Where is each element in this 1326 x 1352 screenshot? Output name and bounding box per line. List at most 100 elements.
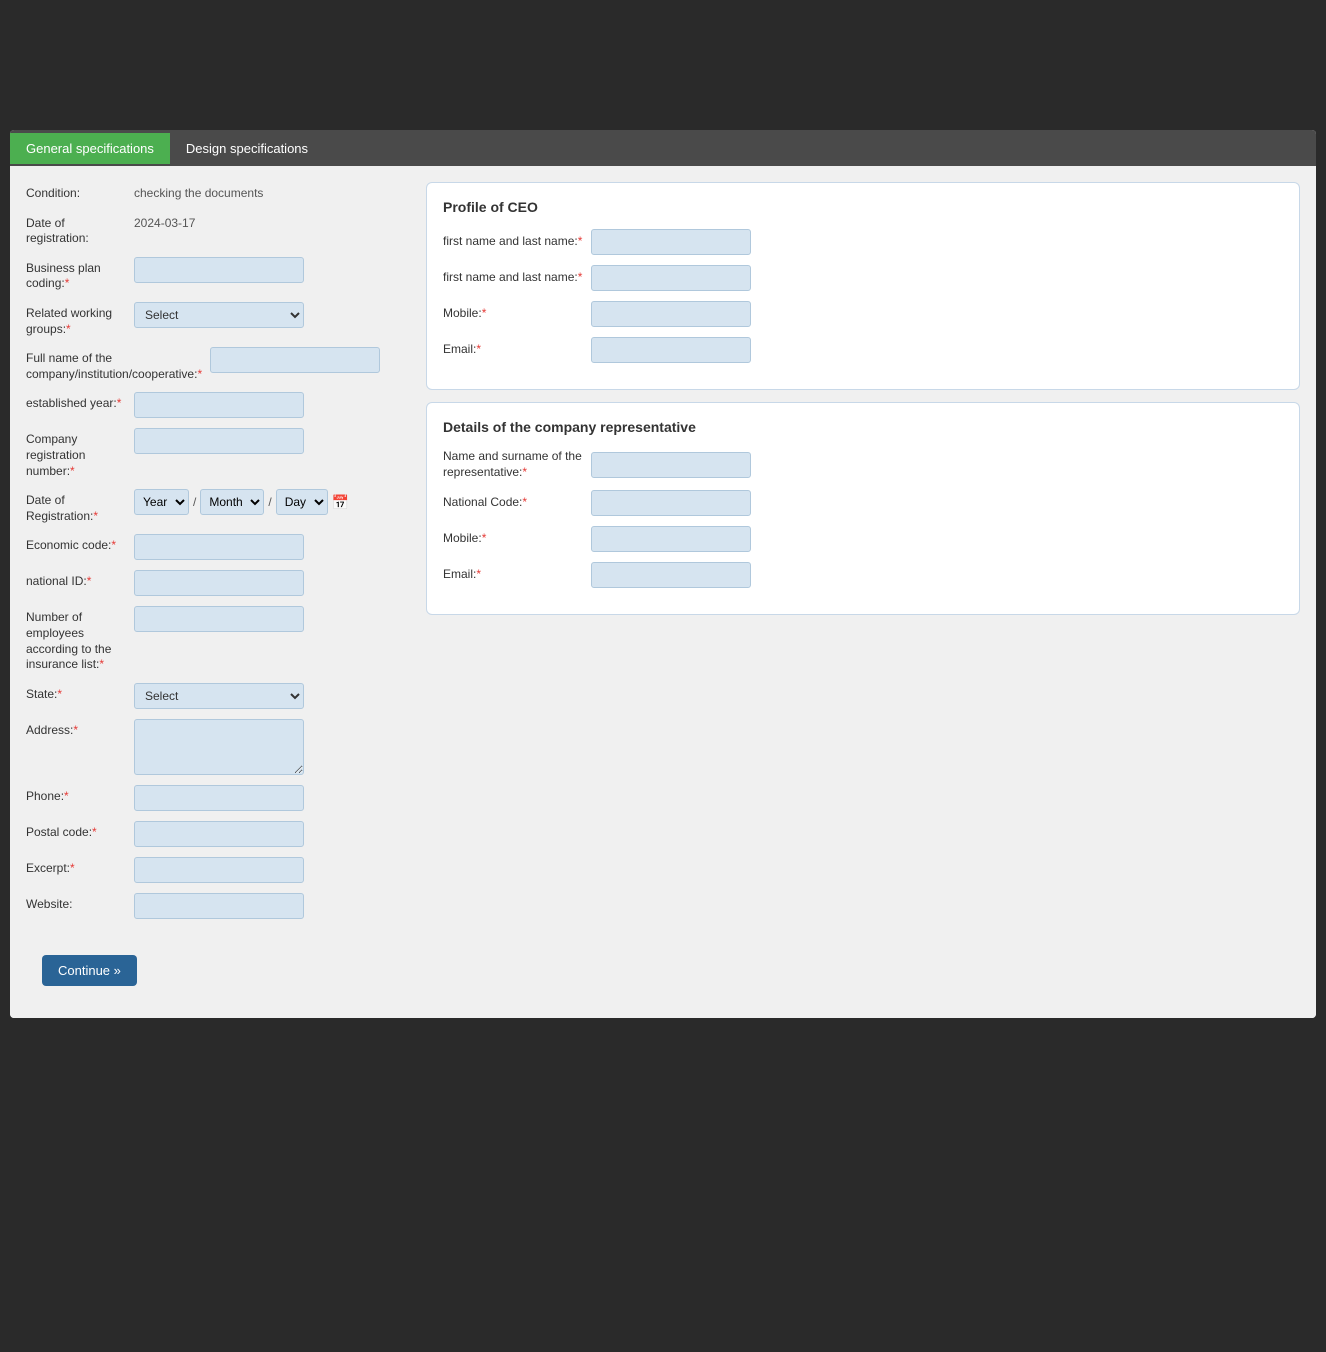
business-plan-label: Business plan coding:* <box>26 257 126 292</box>
req-star: * <box>66 322 71 336</box>
website-input[interactable] <box>134 893 304 919</box>
rep-mobile-input[interactable] <box>591 526 751 552</box>
rep-name-label: Name and surname of the representative:* <box>443 449 583 480</box>
full-name-label: Full name of the company/institution/coo… <box>26 347 202 382</box>
tab-bar: General specifications Design specificat… <box>10 130 1316 166</box>
address-label: Address:* <box>26 719 126 739</box>
representative-card-title: Details of the company representative <box>443 419 1283 435</box>
req-star: * <box>476 342 481 356</box>
economic-code-label: Economic code:* <box>26 534 126 554</box>
state-label: State:* <box>26 683 126 703</box>
rep-email-label: Email:* <box>443 567 583 583</box>
address-row: Address:* <box>26 719 406 775</box>
related-groups-select[interactable]: Select <box>134 302 304 328</box>
req-star: * <box>522 495 527 509</box>
company-reg-label: Company registration number:* <box>26 428 126 479</box>
req-star: * <box>482 531 487 545</box>
ceo-first-last-1-label: first name and last name:* <box>443 234 583 250</box>
right-panel: Profile of CEO first name and last name:… <box>426 182 1300 929</box>
month-select[interactable]: Month <box>200 489 264 515</box>
state-row: State:* Select <box>26 683 406 709</box>
req-star: * <box>482 306 487 320</box>
req-star: * <box>64 789 69 803</box>
ceo-first-last-2-row: first name and last name:* <box>443 265 1283 291</box>
ceo-card-title: Profile of CEO <box>443 199 1283 215</box>
left-panel: Condition: checking the documents Date o… <box>26 182 406 929</box>
req-star: * <box>70 861 75 875</box>
employees-row: Number of employees according to the ins… <box>26 606 406 672</box>
economic-code-input[interactable] <box>134 534 304 560</box>
rep-name-row: Name and surname of the representative:* <box>443 449 1283 480</box>
postal-code-row: Postal code:* <box>26 821 406 847</box>
sep2: / <box>268 495 271 509</box>
ceo-first-last-2-input[interactable] <box>591 265 751 291</box>
req-star: * <box>197 367 202 381</box>
website-label: Website: <box>26 893 126 913</box>
year-select[interactable]: Year <box>134 489 189 515</box>
ceo-email-input[interactable] <box>591 337 751 363</box>
calendar-icon[interactable]: 📅 <box>332 494 349 511</box>
phone-input[interactable] <box>134 785 304 811</box>
established-year-row: established year:* <box>26 392 406 418</box>
national-id-input[interactable] <box>134 570 304 596</box>
main-container: General specifications Design specificat… <box>10 130 1316 1018</box>
req-star: * <box>578 234 583 248</box>
excerpt-row: Excerpt:* <box>26 857 406 883</box>
rep-national-code-row: National Code:* <box>443 490 1283 516</box>
full-name-input[interactable] <box>210 347 380 373</box>
established-year-label: established year:* <box>26 392 126 412</box>
ceo-email-row: Email:* <box>443 337 1283 363</box>
ceo-first-last-1-input[interactable] <box>591 229 751 255</box>
req-star: * <box>117 396 122 410</box>
rep-national-code-label: National Code:* <box>443 495 583 511</box>
established-year-input[interactable] <box>134 392 304 418</box>
company-reg-row: Company registration number:* <box>26 428 406 479</box>
day-select[interactable]: Day <box>276 489 328 515</box>
tab-design[interactable]: Design specifications <box>170 133 324 164</box>
excerpt-input[interactable] <box>134 857 304 883</box>
tab-general[interactable]: General specifications <box>10 133 170 164</box>
economic-code-row: Economic code:* <box>26 534 406 560</box>
date-reg-dropdown-label: Date of Registration:* <box>26 489 126 524</box>
national-id-label: national ID:* <box>26 570 126 590</box>
condition-row: Condition: checking the documents <box>26 182 406 202</box>
business-plan-input[interactable] <box>134 257 304 283</box>
rep-national-code-input[interactable] <box>591 490 751 516</box>
req-star: * <box>93 509 98 523</box>
condition-label: Condition: <box>26 182 126 202</box>
company-reg-input[interactable] <box>134 428 304 454</box>
employees-input[interactable] <box>134 606 304 632</box>
business-plan-row: Business plan coding:* <box>26 257 406 292</box>
req-star: * <box>522 465 527 479</box>
rep-mobile-row: Mobile:* <box>443 526 1283 552</box>
employees-label: Number of employees according to the ins… <box>26 606 126 672</box>
rep-email-row: Email:* <box>443 562 1283 588</box>
req-star: * <box>65 276 70 290</box>
phone-row: Phone:* <box>26 785 406 811</box>
full-name-row: Full name of the company/institution/coo… <box>26 347 406 382</box>
national-id-row: national ID:* <box>26 570 406 596</box>
representative-card: Details of the company representative Na… <box>426 402 1300 615</box>
state-select[interactable]: Select <box>134 683 304 709</box>
bottom-area: Continue » <box>10 945 1316 1018</box>
ceo-mobile-input[interactable] <box>591 301 751 327</box>
website-row: Website: <box>26 893 406 919</box>
req-star: * <box>99 657 104 671</box>
date-registration-row: Date of registration: 2024-03-17 <box>26 212 406 247</box>
req-star: * <box>578 270 583 284</box>
content-area: Condition: checking the documents Date o… <box>10 166 1316 945</box>
ceo-first-last-1-row: first name and last name:* <box>443 229 1283 255</box>
req-star: * <box>57 687 62 701</box>
ceo-mobile-label: Mobile:* <box>443 306 583 322</box>
req-star: * <box>476 567 481 581</box>
ceo-mobile-row: Mobile:* <box>443 301 1283 327</box>
address-textarea[interactable] <box>134 719 304 775</box>
rep-name-input[interactable] <box>591 452 751 478</box>
req-star: * <box>73 723 78 737</box>
req-star: * <box>70 464 75 478</box>
continue-button[interactable]: Continue » <box>42 955 137 986</box>
ceo-first-last-2-label: first name and last name:* <box>443 270 583 286</box>
page-wrapper: General specifications Design specificat… <box>0 0 1326 1028</box>
rep-email-input[interactable] <box>591 562 751 588</box>
postal-code-input[interactable] <box>134 821 304 847</box>
